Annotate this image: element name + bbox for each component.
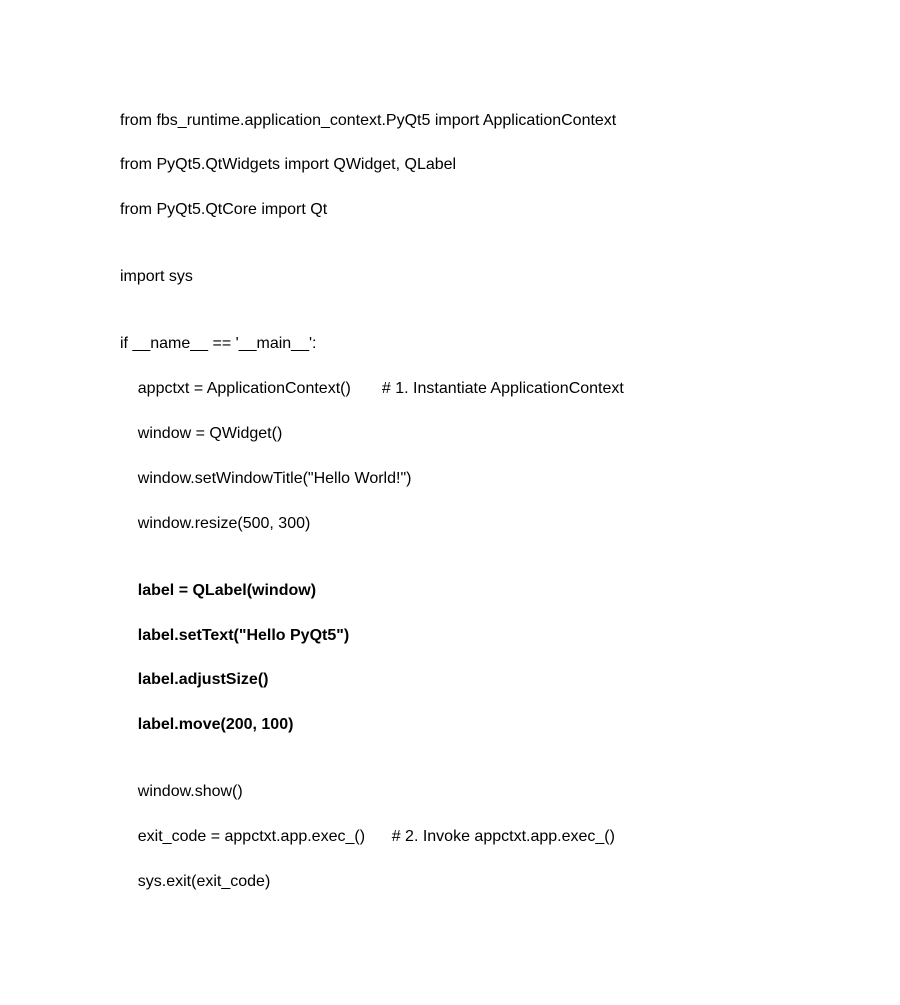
code-line-bold: label = QLabel(window) [120,580,900,602]
code-line: if __name__ == '__main__': [120,333,900,355]
code-line-bold: label.move(200, 100) [120,714,900,736]
code-line-bold: label.adjustSize() [120,669,900,691]
code-line: window.setWindowTitle("Hello World!") [120,468,900,490]
code-line: import sys [120,266,900,288]
code-line: from fbs_runtime.application_context.PyQ… [120,110,900,132]
code-line: exit_code = appctxt.app.exec_() # 2. Inv… [120,826,900,848]
code-line: sys.exit(exit_code) [120,871,900,893]
code-line: window.show() [120,781,900,803]
code-line: appctxt = ApplicationContext() # 1. Inst… [120,378,900,400]
code-line-bold: label.setText("Hello PyQt5") [120,625,900,647]
code-line: from PyQt5.QtCore import Qt [120,199,900,221]
code-line: from PyQt5.QtWidgets import QWidget, QLa… [120,154,900,176]
code-line: window = QWidget() [120,423,900,445]
code-line: window.resize(500, 300) [120,513,900,535]
